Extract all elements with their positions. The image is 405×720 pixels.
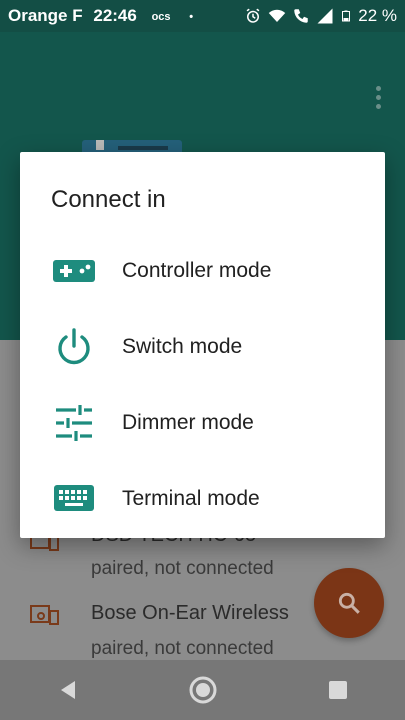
device-icon — [30, 605, 59, 625]
recents-button[interactable] — [318, 670, 358, 710]
carrier-label: Orange F — [8, 6, 83, 25]
connect-dialog: Connect in Controller mode Switch mode D… — [20, 152, 385, 538]
navigation-bar — [0, 660, 405, 720]
home-button[interactable] — [183, 670, 223, 710]
option-switch-mode[interactable]: Switch mode — [20, 312, 385, 382]
alarm-icon — [246, 8, 260, 23]
gamepad-icon — [53, 260, 95, 282]
wifi-icon — [269, 9, 286, 22]
ocs-label: ocs — [151, 10, 171, 23]
status-left: Orange F 22:46 ocs • — [8, 6, 193, 26]
search-fab[interactable] — [314, 568, 384, 638]
signal-icon — [317, 8, 333, 24]
battery-percent: 22 % — [358, 6, 397, 25]
home-icon — [189, 676, 216, 704]
search-icon — [338, 592, 360, 614]
device-status: paired, not connected — [91, 638, 274, 659]
keyboard-icon — [54, 485, 94, 511]
device-name: Bose On-Ear Wireless — [91, 602, 289, 624]
power-icon — [58, 328, 90, 365]
tune-sliders-icon — [56, 405, 92, 441]
option-label: Controller mode — [122, 259, 272, 282]
option-label: Switch mode — [122, 335, 243, 358]
device-status: paired, not connected — [91, 558, 274, 579]
option-dimmer-mode[interactable]: Dimmer mode — [20, 388, 385, 458]
clock: 22:46 — [93, 6, 137, 25]
call-icon — [294, 9, 308, 23]
battery-icon — [342, 10, 351, 22]
notification-dot: • — [189, 10, 194, 23]
back-button[interactable] — [48, 670, 88, 710]
option-label: Dimmer mode — [122, 411, 254, 434]
option-label: Terminal mode — [122, 487, 260, 510]
status-right: 22 % — [244, 6, 397, 26]
overflow-menu-icon[interactable] — [375, 86, 383, 110]
option-controller-mode[interactable]: Controller mode — [20, 236, 385, 306]
recents-icon — [328, 681, 347, 699]
option-terminal-mode[interactable]: Terminal mode — [20, 464, 385, 534]
back-icon — [60, 681, 75, 699]
status-bar: Orange F 22:46 ocs • 22 % — [0, 0, 405, 32]
dialog-title: Connect in — [51, 186, 166, 213]
